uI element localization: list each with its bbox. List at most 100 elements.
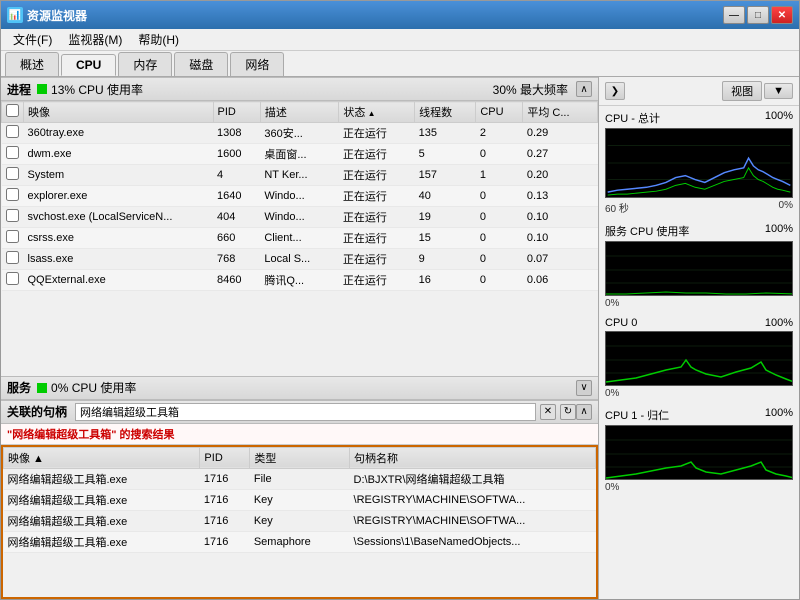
services-header: 服务 0% CPU 使用率 ∨ <box>1 376 598 400</box>
row-avg-cpu: 0.10 <box>523 207 598 228</box>
table-row[interactable]: System 4 NT Ker... 正在运行 157 1 0.20 <box>2 165 598 186</box>
handles-table-wrapper[interactable]: 映像 ▲ PID 类型 句柄名称 网络编辑超级工具箱.exe 1716 File… <box>1 445 598 599</box>
row-cpu: 0 <box>476 144 523 165</box>
row-checkbox[interactable] <box>6 167 19 180</box>
row-checkbox[interactable] <box>6 146 19 159</box>
service-cpu-chart <box>605 241 793 296</box>
col-checkbox <box>2 102 24 123</box>
table-row[interactable]: explorer.exe 1640 Windo... 正在运行 40 0 0.1… <box>2 186 598 207</box>
row-checkbox-cell[interactable] <box>2 123 24 144</box>
row-desc: Client... <box>260 228 339 249</box>
row-image: System <box>24 165 214 186</box>
handles-search-area: ✕ ↻ <box>75 403 576 421</box>
col-status[interactable]: 状态 <box>339 102 415 123</box>
col-pid[interactable]: PID <box>213 102 260 123</box>
close-button[interactable]: ✕ <box>771 6 793 24</box>
table-row[interactable]: csrss.exe 660 Client... 正在运行 15 0 0.10 <box>2 228 598 249</box>
row-checkbox-cell[interactable] <box>2 249 24 270</box>
col-avg-cpu[interactable]: 平均 C... <box>523 102 598 123</box>
process-table-header-row: 映像 PID 描述 状态 线程数 CPU 平均 C... <box>2 102 598 123</box>
row-checkbox-cell[interactable] <box>2 186 24 207</box>
row-threads: 19 <box>415 207 476 228</box>
tab-overview[interactable]: 概述 <box>5 52 59 76</box>
cpu0-title-bar: CPU 0 100% <box>605 317 793 329</box>
view-label[interactable]: 视图 <box>722 81 762 101</box>
cpu0-label: CPU 0 <box>605 317 637 329</box>
handles-search-input[interactable] <box>75 403 536 421</box>
row-checkbox[interactable] <box>6 230 19 243</box>
tab-network[interactable]: 网络 <box>230 52 284 76</box>
handles-col-image[interactable]: 映像 ▲ <box>4 447 200 468</box>
select-all-checkbox[interactable] <box>6 104 19 117</box>
tab-cpu[interactable]: CPU <box>61 54 116 76</box>
handles-collapse-button[interactable]: ∧ <box>576 404 592 420</box>
tab-disk[interactable]: 磁盘 <box>174 52 228 76</box>
cpu-total-svg <box>606 129 792 197</box>
handles-col-type[interactable]: 类型 <box>250 447 350 468</box>
row-status: 正在运行 <box>339 123 415 144</box>
handles-col-name[interactable]: 句柄名称 <box>350 447 596 468</box>
handles-col-pid[interactable]: PID <box>200 447 250 468</box>
row-checkbox[interactable] <box>6 209 19 222</box>
table-row[interactable]: 网络编辑超级工具箱.exe 1716 File D:\BJXTR\网络编辑超级工… <box>4 468 596 489</box>
cpu1-min: 0% <box>605 482 619 493</box>
col-image[interactable]: 映像 <box>24 102 214 123</box>
handle-row-pid: 1716 <box>200 531 250 552</box>
maximize-button[interactable]: □ <box>747 6 769 24</box>
window-controls: — □ ✕ <box>723 6 793 24</box>
process-collapse-button[interactable]: ∧ <box>576 81 592 97</box>
cpu1-title-bar: CPU 1 - 归仁 100% <box>605 407 793 423</box>
row-checkbox[interactable] <box>6 125 19 138</box>
table-row[interactable]: lsass.exe 768 Local S... 正在运行 9 0 0.07 <box>2 249 598 270</box>
row-checkbox-cell[interactable] <box>2 270 24 291</box>
cpu1-label: CPU 1 - 归仁 <box>605 407 669 423</box>
row-checkbox[interactable] <box>6 188 19 201</box>
table-row[interactable]: QQExternal.exe 8460 腾讯Q... 正在运行 16 0 0.0… <box>2 270 598 291</box>
cpu1-max: 100% <box>765 407 793 423</box>
services-collapse-button[interactable]: ∨ <box>576 380 592 396</box>
view-dropdown-icon[interactable]: ▼ <box>764 83 793 99</box>
cpu-total-min: 0% <box>779 200 793 215</box>
tab-memory[interactable]: 内存 <box>118 52 172 76</box>
service-cpu-min: 0% <box>605 298 619 309</box>
row-cpu: 0 <box>476 207 523 228</box>
left-panel: 进程 13% CPU 使用率 30% 最大频率 ∧ <box>1 77 599 599</box>
row-image: lsass.exe <box>24 249 214 270</box>
col-threads[interactable]: 线程数 <box>415 102 476 123</box>
process-table-wrapper[interactable]: 映像 PID 描述 状态 线程数 CPU 平均 C... 360tray.exe <box>1 101 598 376</box>
table-row[interactable]: 网络编辑超级工具箱.exe 1716 Semaphore \Sessions\1… <box>4 531 596 552</box>
search-clear-button[interactable]: ✕ <box>540 404 556 420</box>
row-avg-cpu: 0.06 <box>523 270 598 291</box>
row-checkbox[interactable] <box>6 251 19 264</box>
row-status: 正在运行 <box>339 165 415 186</box>
table-row[interactable]: svchost.exe (LocalServiceN... 404 Windo.… <box>2 207 598 228</box>
row-status: 正在运行 <box>339 186 415 207</box>
row-image: dwm.exe <box>24 144 214 165</box>
menu-file[interactable]: 文件(F) <box>5 29 60 50</box>
row-desc: Windo... <box>260 207 339 228</box>
handles-header: 关联的句柄 ✕ ↻ ∧ <box>1 400 598 424</box>
col-desc[interactable]: 描述 <box>260 102 339 123</box>
search-refresh-button[interactable]: ↻ <box>560 404 576 420</box>
row-checkbox-cell[interactable] <box>2 144 24 165</box>
row-checkbox-cell[interactable] <box>2 165 24 186</box>
table-row[interactable]: dwm.exe 1600 桌面窗... 正在运行 5 0 0.27 <box>2 144 598 165</box>
handle-row-handle: D:\BJXTR\网络编辑超级工具箱 <box>350 468 596 489</box>
table-row[interactable]: 网络编辑超级工具箱.exe 1716 Key \REGISTRY\MACHINE… <box>4 489 596 510</box>
table-row[interactable]: 360tray.exe 1308 360安... 正在运行 135 2 0.29 <box>2 123 598 144</box>
menu-help[interactable]: 帮助(H) <box>130 29 187 50</box>
handle-row-type: File <box>250 468 350 489</box>
row-avg-cpu: 0.10 <box>523 228 598 249</box>
nav-back-button[interactable]: ❯ <box>605 82 625 100</box>
row-checkbox-cell[interactable] <box>2 228 24 249</box>
col-cpu[interactable]: CPU <box>476 102 523 123</box>
cpu-total-label: CPU - 总计 <box>605 110 660 126</box>
cpu-total-title-bar: CPU - 总计 100% <box>605 110 793 126</box>
row-pid: 1600 <box>213 144 260 165</box>
minimize-button[interactable]: — <box>723 6 745 24</box>
row-checkbox-cell[interactable] <box>2 207 24 228</box>
row-checkbox[interactable] <box>6 272 19 285</box>
table-row[interactable]: 网络编辑超级工具箱.exe 1716 Key \REGISTRY\MACHINE… <box>4 510 596 531</box>
menu-monitor[interactable]: 监视器(M) <box>60 29 130 50</box>
row-avg-cpu: 0.20 <box>523 165 598 186</box>
